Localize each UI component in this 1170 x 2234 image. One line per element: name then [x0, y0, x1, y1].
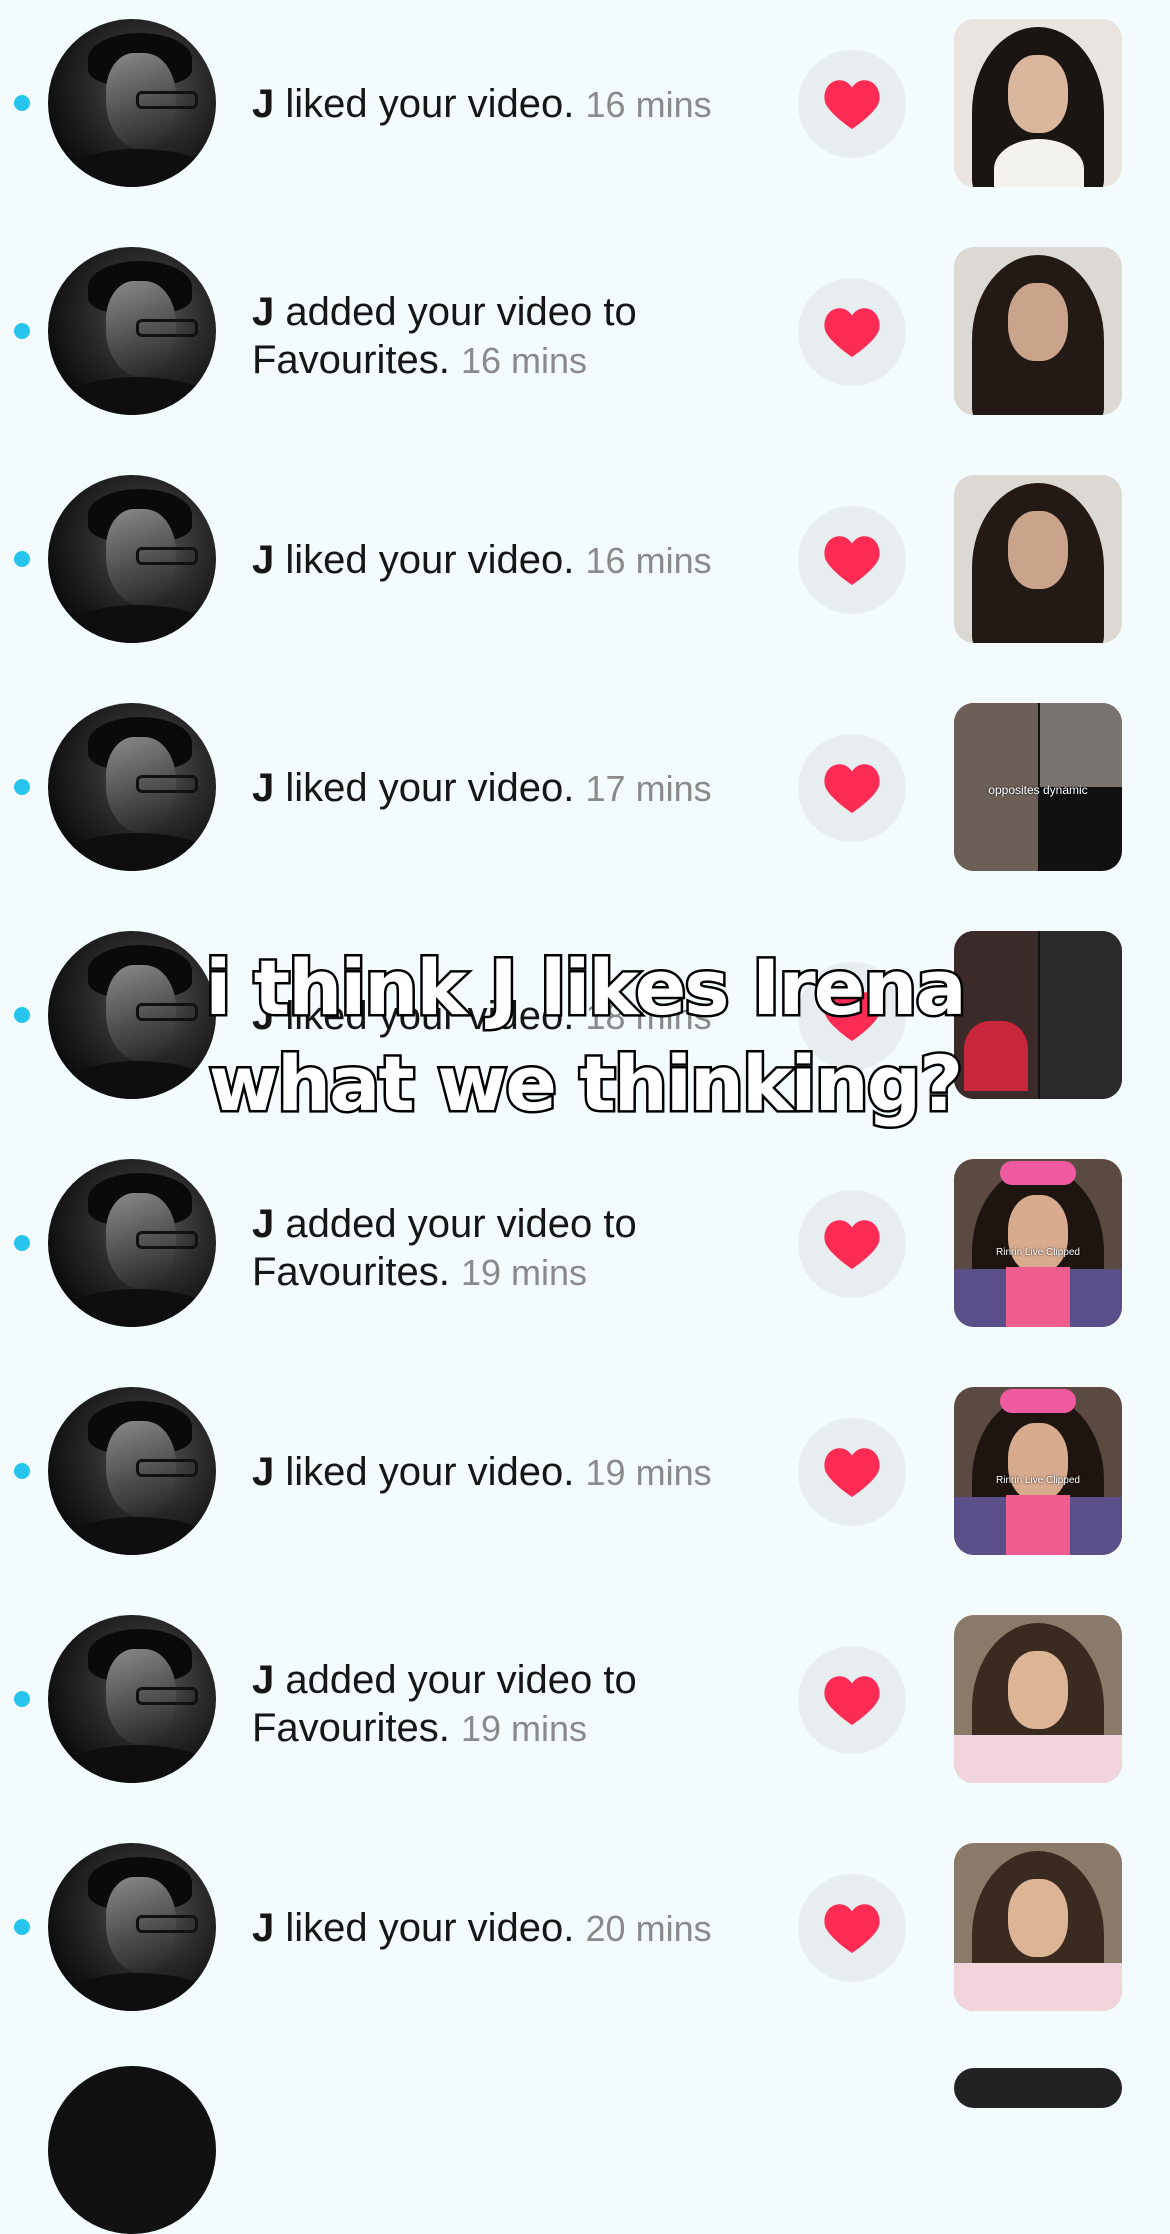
like-button[interactable] — [798, 1190, 906, 1298]
actor-name[interactable]: J — [252, 1658, 274, 1702]
unread-dot-icon — [14, 551, 30, 567]
heart-icon — [824, 1448, 880, 1497]
unread-dot-icon — [14, 1919, 30, 1935]
unread-dot-icon — [14, 1463, 30, 1479]
avatar[interactable] — [48, 247, 216, 415]
unread-dot-icon — [14, 1691, 30, 1707]
actor-name[interactable]: J — [252, 766, 274, 810]
timestamp: 16 mins — [585, 84, 712, 125]
notification-action: liked your video. — [274, 1906, 575, 1950]
notification-text: J liked your video. 17 mins — [252, 764, 772, 813]
thumbnail-caption: Rinrin Live Clipped — [996, 1247, 1080, 1258]
avatar[interactable] — [48, 19, 216, 187]
video-thumbnail[interactable] — [954, 1615, 1122, 1783]
notification-text: J added your video to Favourites. 19 min… — [252, 1200, 772, 1297]
like-button[interactable] — [798, 278, 906, 386]
caption-overlay: i think J likes Irena what we thinking? — [0, 940, 1170, 1132]
like-button[interactable] — [798, 1646, 906, 1754]
video-thumbnail[interactable]: Rinrin Live Clipped — [954, 1387, 1122, 1555]
timestamp: 16 mins — [460, 340, 588, 381]
like-button[interactable] — [798, 1418, 906, 1526]
heart-icon — [824, 1676, 880, 1725]
notification-row[interactable]: J added your video to Favourites. 16 min… — [0, 228, 1170, 456]
overlay-line-2: what we thinking? — [206, 1037, 965, 1131]
actor-name[interactable]: J — [252, 1450, 274, 1494]
notification-row[interactable]: J added your video to Favourites. 19 min… — [0, 1596, 1170, 1824]
notification-text: J liked your video. 16 mins — [252, 536, 772, 585]
notification-action: liked your video. — [274, 82, 575, 126]
like-button[interactable] — [798, 1874, 906, 1982]
video-thumbnail[interactable] — [954, 247, 1122, 415]
actor-name[interactable]: J — [252, 538, 274, 582]
unread-dot-icon — [14, 1235, 30, 1251]
timestamp: 19 mins — [585, 1452, 712, 1493]
notification-action: liked your video. — [274, 1450, 575, 1494]
overlay-line-1: i think J likes Irena — [203, 941, 969, 1035]
heart-icon — [824, 536, 880, 585]
heart-icon — [824, 764, 880, 813]
timestamp: 20 mins — [585, 1908, 712, 1949]
heart-icon — [824, 1220, 880, 1269]
notification-row[interactable]: J liked your video. 19 mins Rinrin Live … — [0, 1368, 1170, 1596]
video-thumbnail[interactable] — [954, 2068, 1122, 2108]
avatar[interactable] — [48, 1843, 216, 2011]
like-button[interactable] — [798, 734, 906, 842]
avatar[interactable] — [48, 2066, 216, 2234]
heart-icon — [824, 1904, 880, 1953]
unread-dot-icon — [14, 95, 30, 111]
avatar[interactable] — [48, 1615, 216, 1783]
like-button[interactable] — [798, 506, 906, 614]
video-thumbnail[interactable] — [954, 475, 1122, 643]
like-button[interactable] — [798, 50, 906, 158]
notification-text: J liked your video. 19 mins — [252, 1448, 772, 1497]
video-thumbnail[interactable] — [954, 19, 1122, 187]
avatar[interactable] — [48, 1387, 216, 1555]
avatar[interactable] — [48, 475, 216, 643]
notification-action: liked your video. — [274, 538, 575, 582]
notification-text: J liked your video. 16 mins — [252, 80, 772, 129]
actor-name[interactable]: J — [252, 1906, 274, 1950]
notification-row[interactable]: J liked your video. 17 mins opposites dy… — [0, 684, 1170, 912]
heart-icon — [824, 80, 880, 129]
timestamp: 16 mins — [585, 540, 712, 581]
actor-name[interactable]: J — [252, 290, 274, 334]
actor-name[interactable]: J — [252, 1202, 274, 1246]
avatar[interactable] — [48, 1159, 216, 1327]
notification-row[interactable]: J added your video to Favourites. 19 min… — [0, 1140, 1170, 1368]
unread-dot-icon — [14, 779, 30, 795]
timestamp: 17 mins — [585, 768, 712, 809]
video-thumbnail[interactable] — [954, 1843, 1122, 2011]
video-thumbnail[interactable]: opposites dynamic — [954, 703, 1122, 871]
thumbnail-caption: opposites dynamic — [988, 783, 1088, 797]
notification-text: J added your video to Favourites. 19 min… — [252, 1656, 772, 1753]
notification-text: J added your video to Favourites. 16 min… — [252, 288, 772, 385]
avatar[interactable] — [48, 703, 216, 871]
actor-name[interactable]: J — [252, 82, 274, 126]
video-thumbnail[interactable]: Rinrin Live Clipped — [954, 1159, 1122, 1327]
notification-action: liked your video. — [274, 766, 575, 810]
thumbnail-caption: Rinrin Live Clipped — [996, 1475, 1080, 1486]
notification-row[interactable]: J liked your video. 16 mins — [0, 0, 1170, 228]
notification-row[interactable]: J liked your video. 16 mins — [0, 456, 1170, 684]
timestamp: 19 mins — [460, 1252, 588, 1293]
unread-dot-icon — [14, 323, 30, 339]
notification-row[interactable]: J liked your video. 20 mins — [0, 1824, 1170, 2052]
heart-icon — [824, 308, 880, 357]
notification-text: J liked your video. 20 mins — [252, 1904, 772, 1953]
timestamp: 19 mins — [460, 1708, 588, 1749]
